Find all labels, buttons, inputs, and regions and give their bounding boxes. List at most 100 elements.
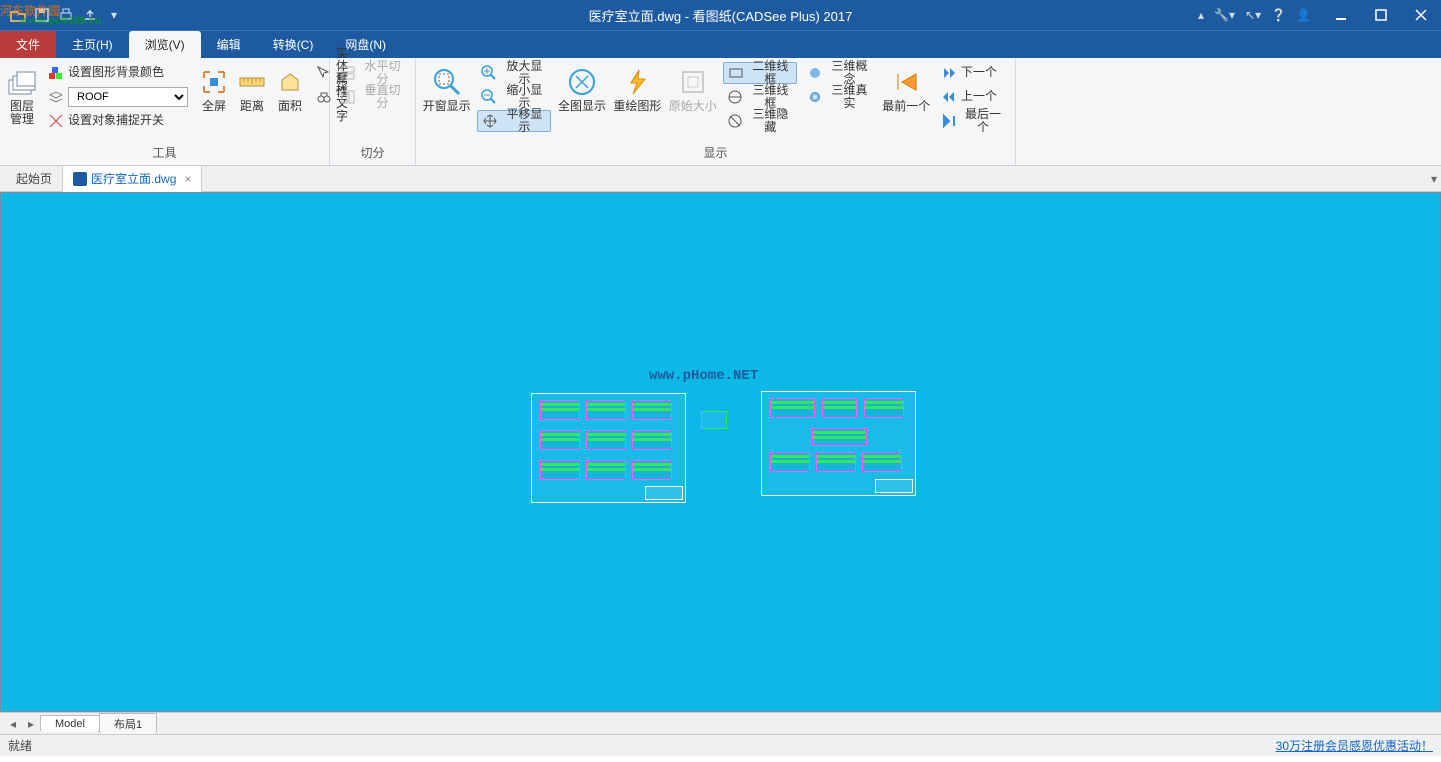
prev-button[interactable]: 上一个 (937, 86, 1009, 108)
2d-wireframe-button[interactable]: 二维线框 (723, 62, 797, 84)
layer-manage-button[interactable]: 图层管理 (6, 62, 38, 126)
drawing-detail (701, 411, 727, 429)
wrench-icon[interactable]: 🔧▾ (1214, 8, 1235, 22)
menu-browse[interactable]: 浏览(V) (129, 31, 201, 58)
document-tabs: 起始页 医疗室立面.dwg × ▾ (0, 166, 1441, 192)
model-tabs-bar: ◂ ▸ Model 布局1 (0, 712, 1441, 734)
pan-icon (482, 113, 498, 129)
dwg-file-icon (73, 172, 87, 186)
zoom-all-icon (566, 66, 598, 98)
dropdown-icon[interactable]: ▾ (106, 7, 122, 23)
drawing-canvas[interactable]: www.pHome.NET (0, 192, 1441, 712)
group-split-label: 切分 (330, 144, 415, 165)
status-bar: 就绪 30万注册会员感恩优惠活动！ (0, 734, 1441, 756)
hsplit-icon (340, 65, 356, 81)
file-menu-button[interactable]: 文件 (0, 31, 56, 58)
quick-access-toolbar: ▾ (0, 7, 122, 23)
title-right-options: ▴ 🔧▾ ↖▾ ❔ 👤 (1198, 8, 1311, 22)
bg-color-button[interactable]: 设置图形背景颜色 (44, 62, 192, 84)
promo-link[interactable]: 30万注册会员感恩优惠活动！ (1276, 737, 1433, 754)
palette-icon (48, 65, 64, 81)
3d-real-button[interactable]: 三维真实 (803, 86, 875, 108)
export-icon[interactable] (82, 7, 98, 23)
print-icon[interactable] (58, 7, 74, 23)
menu-home[interactable]: 主页(H) (56, 31, 129, 58)
zoom-window-label: 开窗显示 (423, 100, 471, 113)
zoom-out-button[interactable]: 缩小显示 (477, 86, 551, 108)
3d-concept-button[interactable]: 三维概念 (803, 62, 875, 84)
menu-convert[interactable]: 转换(C) (257, 31, 330, 58)
drawing-sheet-2 (761, 391, 916, 496)
save-icon[interactable] (34, 7, 50, 23)
next-icon (941, 65, 957, 81)
area-button[interactable]: 面积 (274, 62, 306, 113)
person-icon[interactable]: 👤 (1296, 8, 1311, 22)
zoom-in-icon (481, 65, 497, 81)
osnap-button[interactable]: 设置对象捕捉开关 (44, 110, 192, 132)
real3d-icon (807, 89, 823, 105)
ribbon: 图层管理 设置图形背景颜色 ROOF 设置对象捕捉开关 全屏 (0, 58, 1441, 166)
target-icon (48, 113, 64, 129)
wf2d-icon (728, 65, 744, 81)
concept3d-icon (807, 65, 823, 81)
original-size-button: 原始大小 (668, 62, 717, 113)
tab-file[interactable]: 医疗室立面.dwg × (62, 165, 202, 192)
menu-edit[interactable]: 编辑 (201, 31, 257, 58)
zoom-all-button[interactable]: 全图显示 (557, 62, 606, 113)
osnap-label: 设置对象捕捉开关 (68, 114, 164, 127)
close-button[interactable] (1401, 0, 1441, 30)
tab-dropdown-icon[interactable]: ▾ (1431, 172, 1437, 186)
tab-layout1[interactable]: 布局1 (99, 713, 157, 734)
bg-color-label: 设置图形背景颜色 (68, 66, 164, 79)
open-icon[interactable] (10, 7, 26, 23)
status-ready: 就绪 (8, 737, 32, 754)
3d-hidden-button[interactable]: 三维隐藏 (723, 110, 797, 132)
layer-select[interactable]: ROOF (44, 86, 192, 108)
layers-icon (6, 66, 38, 98)
scroll-right-icon[interactable]: ▸ (22, 717, 40, 731)
distance-button[interactable]: 距离 (236, 62, 268, 113)
layer-dropdown[interactable]: ROOF (68, 87, 188, 107)
window-controls (1321, 0, 1441, 30)
maximize-button[interactable] (1361, 0, 1401, 30)
help-icon[interactable]: ❔ (1271, 8, 1286, 22)
layer-manage-label: 图层管理 (6, 100, 38, 126)
zoom-out-icon (481, 89, 497, 105)
layer-icon (48, 89, 64, 105)
last-label: 最后一个 (961, 108, 1005, 134)
ribbon-group-tools: 图层管理 设置图形背景颜色 ROOF 设置对象捕捉开关 全屏 (0, 58, 330, 165)
area-label: 面积 (278, 100, 302, 113)
canvas-watermark: www.pHome.NET (649, 368, 758, 384)
last-button[interactable]: 最后一个 (937, 110, 1009, 132)
pan-label: 平移显示 (502, 108, 546, 134)
scroll-left-icon[interactable]: ◂ (4, 717, 22, 731)
drawing-sheet-1 (531, 393, 686, 503)
tab-close-icon[interactable]: × (184, 172, 191, 186)
area-icon (274, 66, 306, 98)
first-button[interactable]: 最前一个 (882, 62, 931, 113)
next-button[interactable]: 下一个 (937, 62, 1009, 84)
fullscreen-button[interactable]: 全屏 (198, 62, 230, 113)
zoom-window-button[interactable]: 开窗显示 (422, 62, 471, 113)
first-label: 最前一个 (882, 100, 930, 113)
ribbon-group-display: 开窗显示 放大显示 缩小显示 平移显示 全图显示 (416, 58, 1016, 165)
fullscreen-label: 全屏 (202, 100, 226, 113)
regen-label: 重绘图形 (613, 100, 661, 113)
minimize-button[interactable] (1321, 0, 1361, 30)
regen-button[interactable]: 重绘图形 (613, 62, 662, 113)
tab-start-label: 起始页 (16, 170, 52, 187)
3d-wireframe-button[interactable]: 三维线框 (723, 86, 797, 108)
zoom-in-button[interactable]: 放大显示 (477, 62, 551, 84)
prev-label: 上一个 (961, 90, 997, 103)
pan-button[interactable]: 平移显示 (477, 110, 551, 132)
3d-real-label: 三维真实 (827, 84, 871, 110)
wf3d-icon (727, 89, 743, 105)
original-size-label: 原始大小 (669, 100, 717, 113)
cursor-icon[interactable]: ↖▾ (1245, 8, 1261, 22)
ribbon-min-icon[interactable]: ▴ (1198, 8, 1204, 22)
tab-file-label: 医疗室立面.dwg (91, 170, 176, 187)
tab-model[interactable]: Model (40, 715, 100, 732)
tab-start[interactable]: 起始页 (6, 166, 62, 191)
lightning-icon (621, 66, 653, 98)
zoom-all-label: 全图显示 (558, 100, 606, 113)
